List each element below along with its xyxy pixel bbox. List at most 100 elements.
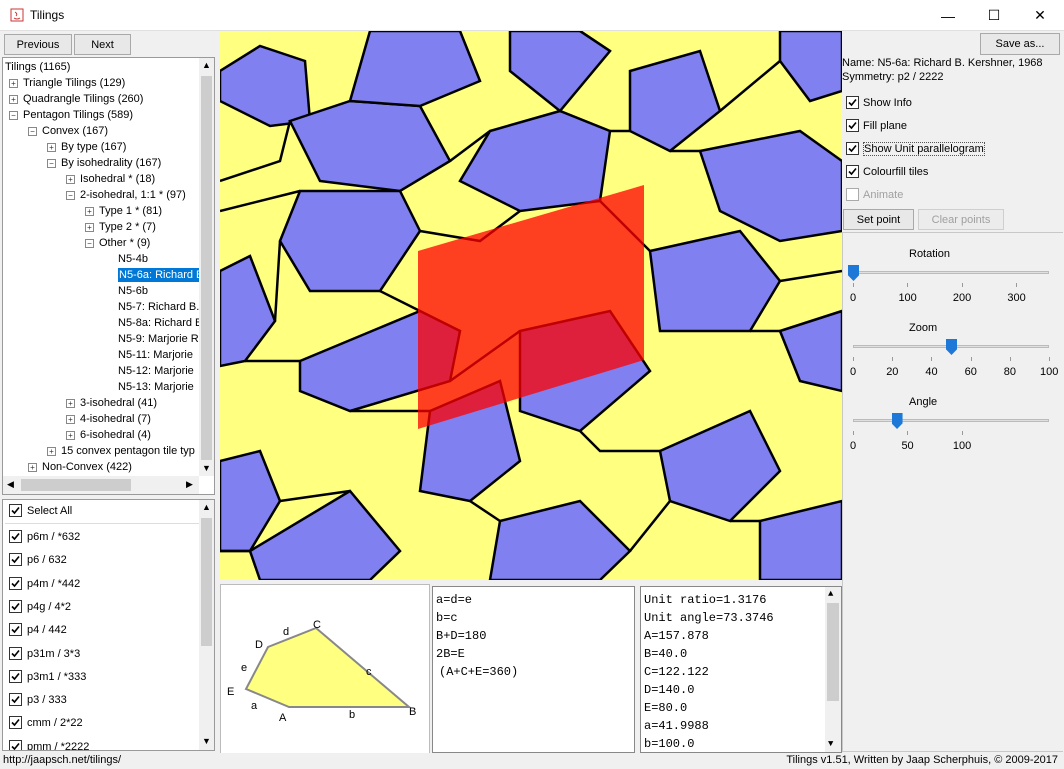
symmetry-checkbox[interactable]: p3 / 333	[9, 691, 67, 709]
tree-item[interactable]: N5-12: Marjorie	[118, 363, 194, 379]
tree-item[interactable]: Type 2 * (7)	[99, 219, 156, 235]
angle-thumb[interactable]	[891, 413, 903, 429]
tile	[348, 31, 482, 108]
scroll-left-arrow-icon[interactable]: ◀	[7, 479, 14, 490]
tree-item[interactable]: Isohedral * (18)	[80, 171, 155, 187]
expand-icon[interactable]: +	[85, 223, 94, 232]
clear-points-button[interactable]: Clear points	[918, 209, 1004, 230]
collapse-icon[interactable]: −	[28, 127, 37, 136]
option-checkbox[interactable]: Show Info	[846, 94, 912, 112]
tree-horizontal-scrollbar[interactable]: ◀ ▶	[3, 476, 199, 494]
measurements-scrollbar[interactable]: ▲ ▼	[825, 587, 841, 752]
symmetry-label: p6m / *632	[27, 531, 81, 543]
collapse-icon[interactable]: −	[85, 239, 94, 248]
tree-item[interactable]: N5-4b	[118, 251, 148, 267]
scroll-up-arrow-icon[interactable]: ▲	[202, 60, 211, 70]
tree-item[interactable]: N5-7: Richard B.	[118, 299, 199, 315]
rotation-track[interactable]	[853, 271, 1049, 274]
tree-item[interactable]: 4-isohedral (7)	[80, 411, 151, 427]
tree-item[interactable]: 15 convex pentagon tile typ	[61, 443, 195, 459]
symmetry-checkbox[interactable]: p31m / 3*3	[9, 645, 80, 663]
status-url[interactable]: http://jaapsch.net/tilings/	[3, 754, 121, 766]
tiling-canvas[interactable]	[220, 31, 842, 580]
collapse-icon[interactable]: −	[9, 111, 18, 120]
option-checkbox[interactable]: Fill plane	[846, 117, 907, 135]
symmetry-checkbox[interactable]: p4m / *442	[9, 575, 80, 593]
rotation-slider[interactable]: Rotation 0 100 200 300	[843, 245, 1063, 315]
expand-icon[interactable]: +	[47, 143, 56, 152]
pentagon-tile-diagram: A B C D E a b c d e	[227, 619, 416, 724]
tree-item[interactable]: Non-Convex (422)	[42, 459, 132, 475]
expand-icon[interactable]: +	[85, 207, 94, 216]
maximize-button[interactable]: ☐	[971, 0, 1017, 31]
tree-item[interactable]: Pentagon Tilings (589)	[23, 107, 133, 123]
option-checkbox[interactable]: Animate	[846, 186, 903, 204]
symmetry-checkbox[interactable]: cmm / 2*22	[9, 714, 83, 732]
set-point-button[interactable]: Set point	[843, 209, 914, 230]
scroll-up-arrow-icon[interactable]: ▲	[828, 589, 833, 599]
symmetry-label: cmm / 2*22	[27, 717, 83, 730]
angle-track[interactable]	[853, 419, 1049, 422]
minimize-button[interactable]: —	[925, 0, 971, 31]
scroll-down-arrow-icon[interactable]: ▼	[202, 463, 211, 473]
tree-item[interactable]: By type (167)	[61, 139, 126, 155]
tree-item[interactable]: N5-8a: Richard B	[118, 315, 199, 331]
option-checkbox[interactable]: Colourfill tiles	[846, 163, 928, 181]
angle-slider[interactable]: Angle 0 50 100	[843, 393, 1063, 463]
tree-item[interactable]: 3-isohedral (41)	[80, 395, 157, 411]
rotation-thumb[interactable]	[848, 265, 859, 281]
previous-button[interactable]: Previous	[4, 34, 72, 55]
measurements-scroll-thumb[interactable]	[827, 603, 839, 701]
tree-item[interactable]: Triangle Tilings (129)	[23, 75, 125, 91]
scroll-down-arrow-icon[interactable]: ▼	[828, 739, 833, 749]
tree-item[interactable]: Type 1 * (81)	[99, 203, 162, 219]
expand-icon[interactable]: +	[66, 415, 75, 424]
tree-item[interactable]: N5-13: Marjorie	[118, 379, 194, 395]
scroll-down-arrow-icon[interactable]: ▼	[202, 736, 211, 746]
tree-item-label: N5-9: Marjorie R	[118, 333, 199, 345]
collapse-icon[interactable]: −	[66, 191, 75, 200]
tile-edge	[469, 499, 501, 523]
filter-vertical-scrollbar[interactable]: ▲ ▼	[199, 500, 214, 750]
expand-icon[interactable]: +	[9, 79, 18, 88]
expand-icon[interactable]: +	[9, 95, 18, 104]
slider-tick-label: 50	[901, 440, 914, 452]
tree-item[interactable]: Quadrangle Tilings (260)	[23, 91, 143, 107]
option-checkbox[interactable]: Show Unit parallelogram	[846, 140, 985, 158]
symmetry-checkbox[interactable]: p3m1 / *333	[9, 668, 86, 686]
close-button[interactable]: ✕	[1017, 0, 1063, 31]
tree-scroll-thumb[interactable]	[201, 76, 212, 460]
tree-item[interactable]: By isohedrality (167)	[61, 155, 161, 171]
save-as-button[interactable]: Save as...	[980, 33, 1060, 55]
tree-vertical-scrollbar[interactable]: ▲ ▼	[199, 58, 214, 476]
expand-icon[interactable]: +	[66, 431, 75, 440]
expand-icon[interactable]: +	[66, 175, 75, 184]
zoom-thumb[interactable]	[946, 339, 957, 355]
tree-item[interactable]: Other * (9)	[99, 235, 150, 251]
filter-scroll-thumb[interactable]	[201, 518, 212, 646]
tree-item[interactable]: 2-isohedral, 1:1 * (97)	[80, 187, 186, 203]
tree-hscroll-thumb[interactable]	[21, 479, 131, 491]
expand-icon[interactable]: +	[66, 399, 75, 408]
collapse-icon[interactable]: −	[47, 159, 56, 168]
slider-tick-label: 100	[952, 440, 972, 452]
tree-item[interactable]: Convex (167)	[42, 123, 108, 139]
tree-item[interactable]: 6-isohedral (4)	[80, 427, 151, 443]
next-button[interactable]: Next	[74, 34, 131, 55]
select-all-checkbox[interactable]: Select All	[9, 502, 72, 520]
symmetry-checkbox[interactable]: p6 / 632	[9, 551, 67, 569]
tree-item[interactable]: N5-6b	[118, 283, 148, 299]
tree-item[interactable]: N5-6a: Richard B	[118, 267, 199, 283]
expand-icon[interactable]: +	[47, 447, 56, 456]
symmetry-checkbox[interactable]: p4 / 442	[9, 621, 67, 639]
tree-item[interactable]: N5-9: Marjorie R	[118, 331, 199, 347]
scroll-right-arrow-icon[interactable]: ▶	[186, 479, 193, 490]
zoom-slider[interactable]: Zoom 0 20 40 60 80 100	[843, 319, 1063, 389]
symmetry-checkbox[interactable]: p6m / *632	[9, 528, 80, 546]
expand-icon[interactable]: +	[28, 463, 37, 472]
symmetry-checkbox[interactable]: pmm / *2222	[9, 738, 89, 750]
tree-item[interactable]: N5-11: Marjorie	[118, 347, 193, 363]
symmetry-checkbox[interactable]: p4g / 4*2	[9, 598, 71, 616]
tree-item[interactable]: Tilings (1165)	[5, 59, 70, 75]
scroll-up-arrow-icon[interactable]: ▲	[202, 502, 211, 512]
